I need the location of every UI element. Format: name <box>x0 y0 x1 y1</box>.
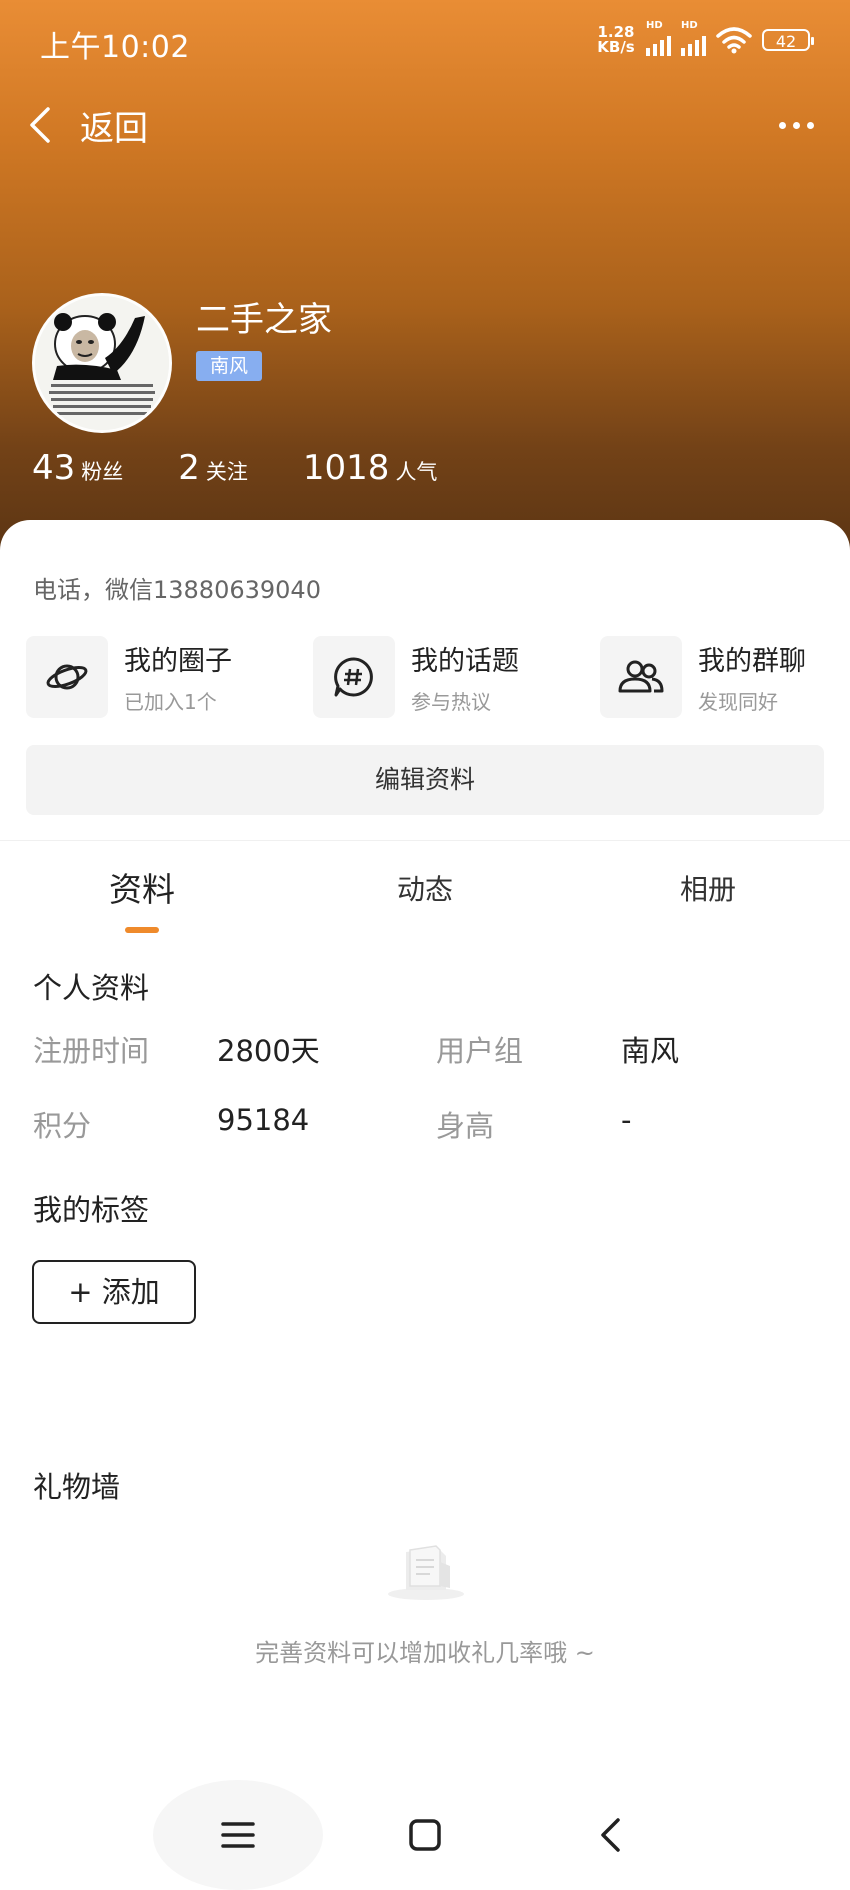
stat-value: 43 <box>32 448 76 488</box>
stat-label: 关注 <box>205 460 248 484</box>
panda-meme-avatar-image <box>35 296 169 430</box>
status-time: 上午10:02 <box>40 30 190 65</box>
empty-box-icon <box>388 1545 464 1600</box>
info-label-user-group: 用户组 <box>436 1034 524 1068</box>
feature-my-groups[interactable]: 我的群聊 发现同好 <box>600 636 806 718</box>
stat-label: 粉丝 <box>81 460 124 484</box>
hashtag-bubble-icon <box>334 657 373 697</box>
contact-info: 电话，微信13880639040 <box>33 576 321 604</box>
gift-wall-title: 礼物墙 <box>33 1470 121 1504</box>
stat-fans[interactable]: 43 粉丝 <box>32 448 123 488</box>
feature-shortcuts: 我的圈子 已加入1个 我的话题 参与热议 我的群聊 发现同好 <box>26 636 826 720</box>
feature-subtitle: 已加入1个 <box>124 690 217 714</box>
stat-following[interactable]: 2 关注 <box>178 448 248 488</box>
chevron-left-icon <box>30 107 50 143</box>
info-value-points: 95184 <box>217 1103 310 1137</box>
back-arrow-icon <box>601 1818 620 1852</box>
back-button[interactable]: 返回 <box>28 100 168 150</box>
profile-stats: 43 粉丝 2 关注 1018 人气 <box>32 448 492 488</box>
section-divider <box>0 840 850 841</box>
info-value-register-time: 2800天 <box>217 1034 320 1068</box>
edit-profile-button[interactable]: 编辑资料 <box>26 745 824 815</box>
home-square-icon <box>409 1819 441 1851</box>
planet-icon <box>46 664 88 690</box>
feature-subtitle: 参与热议 <box>411 690 491 714</box>
info-label-points: 积分 <box>33 1109 92 1143</box>
username: 二手之家 <box>196 300 332 340</box>
stat-value: 1018 <box>302 448 390 488</box>
signal-icon-2: HD <box>681 20 706 56</box>
my-tags-title: 我的标签 <box>33 1193 150 1227</box>
feature-my-topics[interactable]: 我的话题 参与热议 <box>313 636 519 718</box>
stat-value: 2 <box>178 448 200 488</box>
info-label-register-time: 注册时间 <box>33 1034 150 1068</box>
info-value-height: - <box>621 1103 632 1137</box>
stat-popularity: 1018 人气 <box>303 448 438 488</box>
tab-album[interactable]: 相册 <box>628 860 788 920</box>
status-bar: 上午10:02 1.28 KB/s HD HD 42 <box>0 0 850 80</box>
status-indicators: 1.28 KB/s HD HD 42 <box>596 20 814 56</box>
menu-icon <box>221 1822 255 1848</box>
wifi-icon <box>716 27 752 54</box>
add-tag-button[interactable]: + 添加 <box>32 1260 196 1324</box>
feature-title: 我的群聊 <box>698 646 806 677</box>
network-speed: 1.28 KB/s <box>597 23 635 56</box>
stat-label: 人气 <box>395 460 438 484</box>
tab-activity[interactable]: 动态 <box>345 860 505 920</box>
battery-icon: 42 <box>762 29 814 51</box>
active-tab-indicator <box>125 927 159 933</box>
personal-info-title: 个人资料 <box>33 971 150 1005</box>
more-dots-icon <box>778 121 786 129</box>
more-options-button[interactable] <box>772 108 820 142</box>
system-navigation-bar <box>0 1780 850 1890</box>
gift-wall-empty-text: 完善资料可以增加收礼几率哦 ~ <box>255 1639 595 1667</box>
user-group-badge: 南风 <box>196 351 263 381</box>
info-value-user-group: 南风 <box>621 1034 680 1068</box>
home-button[interactable] <box>380 1790 470 1880</box>
avatar[interactable] <box>32 293 172 433</box>
feature-title: 我的话题 <box>411 646 519 677</box>
back-label: 返回 <box>80 108 148 149</box>
signal-icon: HD <box>646 20 671 56</box>
system-back-button[interactable] <box>565 1790 655 1880</box>
feature-my-circles[interactable]: 我的圈子 已加入1个 <box>26 636 232 718</box>
info-label-height: 身高 <box>436 1109 495 1143</box>
tab-info[interactable]: 资料 <box>62 860 222 920</box>
group-users-icon <box>618 660 664 693</box>
menu-button[interactable] <box>153 1780 323 1890</box>
feature-subtitle: 发现同好 <box>698 690 778 714</box>
feature-title: 我的圈子 <box>124 646 232 677</box>
